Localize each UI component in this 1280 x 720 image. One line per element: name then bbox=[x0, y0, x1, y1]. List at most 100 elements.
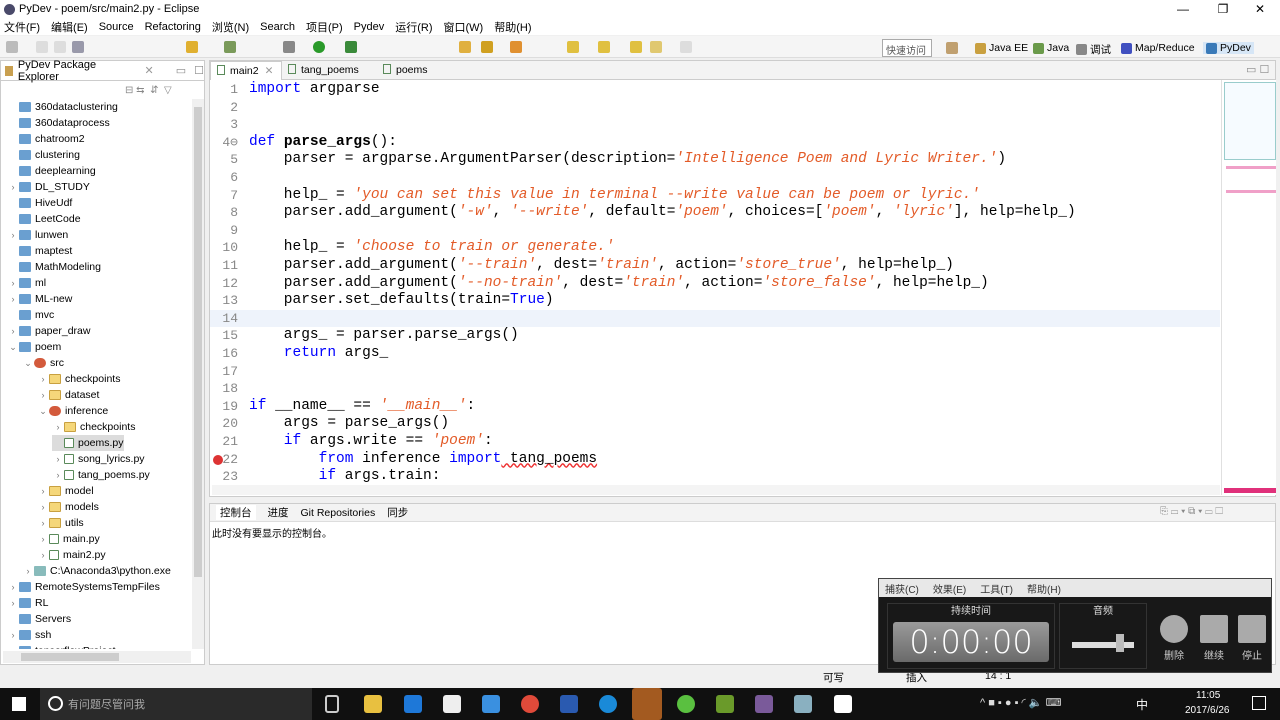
maximize-button[interactable]: ❐ bbox=[1205, 0, 1241, 18]
code-line[interactable]: 22 from inference import tang_poems bbox=[210, 451, 1220, 469]
editor-horizontal-scrollbar[interactable] bbox=[212, 485, 1220, 495]
code-line[interactable]: 16 return args_ bbox=[210, 345, 1220, 363]
code-editor[interactable]: main2 ✕ tang_poems poems 1 import argparse 2 3… bbox=[209, 60, 1276, 497]
expand-arrow-icon[interactable]: › bbox=[52, 467, 64, 483]
tree-item[interactable]: 360dataprocess bbox=[7, 115, 110, 131]
tree-item[interactable]: › models bbox=[37, 499, 99, 515]
tree-item[interactable]: › RL bbox=[7, 595, 49, 611]
code-line[interactable]: 8 parser.add_argument('-w', '--write', d… bbox=[210, 204, 1220, 222]
menu-item[interactable]: 运行(R) bbox=[395, 19, 432, 35]
app-icon[interactable] bbox=[560, 695, 578, 713]
menu-item[interactable]: 编辑(E) bbox=[51, 19, 88, 35]
tree-item[interactable]: › paper_draw bbox=[7, 323, 91, 339]
tree-item[interactable]: poems.py bbox=[52, 435, 124, 451]
recorder-menu-item[interactable]: 捕获(C) bbox=[885, 581, 919, 596]
tree-item[interactable]: › ML-new bbox=[7, 291, 73, 307]
python-icon[interactable] bbox=[186, 41, 198, 53]
tree-vertical-scrollbar[interactable] bbox=[192, 99, 204, 649]
maximize-icon[interactable]: ☐ bbox=[194, 64, 204, 77]
open-perspective-icon[interactable] bbox=[946, 42, 958, 54]
store-icon[interactable] bbox=[443, 695, 461, 713]
expand-arrow-icon[interactable]: ⌄ bbox=[37, 403, 49, 419]
ime-indicator[interactable]: 中 bbox=[1136, 696, 1148, 713]
console-tab[interactable]: 进度 bbox=[268, 505, 289, 520]
tree-item[interactable]: › checkpoints bbox=[52, 419, 136, 435]
expand-arrow-icon[interactable]: › bbox=[7, 179, 19, 195]
close-icon[interactable]: ✕ bbox=[145, 64, 154, 77]
wechat-icon[interactable] bbox=[632, 688, 662, 720]
open-task-icon[interactable] bbox=[510, 41, 522, 53]
tree-item[interactable]: ⌄ poem bbox=[7, 339, 61, 355]
package-explorer-tab[interactable]: PyDev Package Explorer ✕ ▭ ☐ bbox=[1, 59, 204, 83]
close-tab-icon[interactable]: ✕ bbox=[265, 65, 274, 77]
menu-item[interactable]: Source bbox=[99, 21, 134, 33]
file-explorer-icon[interactable] bbox=[364, 695, 382, 713]
code-line[interactable]: 5 parser = argparse.ArgumentParser(descr… bbox=[210, 151, 1220, 169]
expand-arrow-icon[interactable]: › bbox=[7, 227, 19, 243]
edge-icon[interactable] bbox=[404, 695, 422, 713]
next-annotation-icon[interactable] bbox=[567, 41, 579, 53]
expand-arrow-icon[interactable]: › bbox=[37, 483, 49, 499]
expand-arrow-icon[interactable]: › bbox=[37, 499, 49, 515]
tree-item[interactable]: › RemoteSystemsTempFiles bbox=[7, 579, 160, 595]
code-line[interactable]: 23 if args.train: bbox=[210, 468, 1220, 486]
console-toolbar[interactable]: ⎘ ▭ ▾ ⧉ ▾ ▭ ☐ bbox=[1160, 506, 1223, 517]
windows-start-icon[interactable] bbox=[12, 697, 26, 711]
tree-item[interactable]: MathModeling bbox=[7, 259, 101, 275]
console-tab[interactable]: 同步 bbox=[387, 505, 408, 520]
menu-item[interactable]: 窗口(W) bbox=[444, 19, 484, 35]
quick-access-input[interactable]: 快速访问 bbox=[882, 39, 932, 57]
app-icon[interactable] bbox=[482, 695, 500, 713]
expand-arrow-icon[interactable]: › bbox=[7, 291, 19, 307]
expand-arrow-icon[interactable]: › bbox=[7, 627, 19, 643]
menu-item[interactable]: 文件(F) bbox=[4, 19, 40, 35]
tree-item[interactable]: › model bbox=[37, 483, 94, 499]
expand-arrow-icon[interactable]: › bbox=[37, 371, 49, 387]
console-tab[interactable]: Git Repositories bbox=[301, 507, 376, 519]
expand-arrow-icon[interactable]: › bbox=[7, 323, 19, 339]
expand-arrow-icon[interactable]: ⌄ bbox=[22, 355, 34, 371]
menu-item[interactable]: Pydev bbox=[354, 21, 385, 33]
tree-item[interactable]: clustering bbox=[7, 147, 80, 163]
expand-arrow-icon[interactable]: › bbox=[37, 515, 49, 531]
tree-item[interactable]: › dataset bbox=[37, 387, 100, 403]
tree-item[interactable]: › lunwen bbox=[7, 227, 69, 243]
save-all-icon[interactable] bbox=[54, 41, 66, 53]
eclipse-icon[interactable] bbox=[755, 695, 773, 713]
delete-button[interactable]: 删除 bbox=[1157, 615, 1191, 662]
code-line[interactable]: 17 bbox=[210, 363, 1220, 381]
code-line[interactable]: 18 bbox=[210, 380, 1220, 398]
tree-item[interactable]: › ssh bbox=[7, 627, 52, 643]
app-icon[interactable] bbox=[677, 695, 695, 713]
prev-annotation-icon[interactable] bbox=[598, 41, 610, 53]
pin-icon[interactable] bbox=[481, 41, 493, 53]
code-line[interactable]: 1 import argparse bbox=[210, 81, 1220, 99]
code-line[interactable]: 21 if args.write == 'poem': bbox=[210, 433, 1220, 451]
minimap[interactable] bbox=[1221, 80, 1276, 495]
code-line[interactable]: 20 args = parse_args() bbox=[210, 415, 1220, 433]
chrome-icon[interactable] bbox=[521, 695, 539, 713]
expand-arrow-icon[interactable]: › bbox=[7, 643, 19, 649]
code-line[interactable]: 4⊖ def parse_args(): bbox=[210, 134, 1220, 152]
expand-arrow-icon[interactable]: › bbox=[37, 387, 49, 403]
tree-item[interactable]: ⌄ inference bbox=[37, 403, 108, 419]
recorder-menu-item[interactable]: 工具(T) bbox=[980, 581, 1013, 596]
tree-item[interactable]: 360dataclustering bbox=[7, 99, 118, 115]
code-line[interactable]: 6 bbox=[210, 169, 1220, 187]
expand-arrow-icon[interactable]: › bbox=[22, 563, 34, 579]
audio-volume-slider[interactable] bbox=[1072, 642, 1134, 648]
code-line[interactable]: 15 args_ = parser.parse_args() bbox=[210, 327, 1220, 345]
menu-item[interactable]: Search bbox=[260, 21, 295, 33]
last-edit-icon[interactable] bbox=[630, 41, 642, 53]
tree-item[interactable]: › DL_STUDY bbox=[7, 179, 90, 195]
tree-item[interactable]: › utils bbox=[37, 515, 84, 531]
tree-item[interactable]: deeplearning bbox=[7, 163, 96, 179]
app-icon[interactable] bbox=[794, 695, 812, 713]
debug-icon[interactable] bbox=[283, 41, 295, 53]
resume-button[interactable]: 继续 bbox=[1197, 615, 1231, 662]
code-line[interactable]: 19 if __name__ == '__main__': bbox=[210, 398, 1220, 416]
expand-arrow-icon[interactable]: ⌄ bbox=[7, 339, 19, 355]
tree-item[interactable]: › ml bbox=[7, 275, 47, 291]
tree-item[interactable]: ⌄ src bbox=[22, 355, 64, 371]
tree-item[interactable]: › song_lyrics.py bbox=[52, 451, 145, 467]
